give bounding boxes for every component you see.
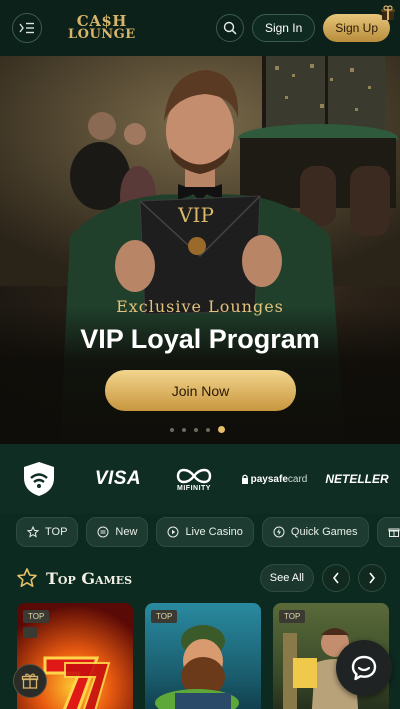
game-tag: TOP [23,610,50,623]
category-chips: TOP New Live Casino Quick Games Bo [16,517,400,547]
game-badge-icon [23,627,37,638]
search-button[interactable] [215,14,244,42]
star-icon [27,526,39,538]
chat-icon [351,655,377,681]
carousel-dot[interactable] [170,427,174,432]
logo[interactable]: CA$H LOUNGE [68,14,136,42]
lock-icon [241,474,248,484]
svg-text:VIP: VIP [177,203,214,227]
bonus-gift-button[interactable] [13,664,47,698]
top-games-header: Top Games See All [16,564,386,592]
lightning-icon [273,526,285,538]
see-all-button[interactable]: See All [259,564,314,592]
game-tag: TOP [279,610,306,623]
chevron-right-icon [369,572,376,584]
payment-methods: VISA MIFINITY paysafe card NETELLER [0,444,400,514]
game-tag: TOP [151,610,178,623]
carousel-dot[interactable] [206,427,210,432]
carousel-dot-active[interactable] [218,426,225,433]
paysafe-label-light: card [287,473,308,485]
carousel-dot[interactable] [194,427,198,432]
menu-icon [19,22,34,34]
play-icon [167,526,179,538]
prev-button[interactable] [322,564,350,592]
sign-up-button[interactable]: Sign Up [323,5,395,42]
infinity-icon [176,468,212,483]
paysafe-label: paysafe [250,473,288,485]
hero-subtitle: Exclusive Lounges [116,297,284,316]
hero-banner[interactable]: VIP Exclusive Lounges VIP Loyal Program … [0,56,400,444]
chip-top[interactable]: TOP [16,517,79,547]
chip-label: New [115,526,138,538]
chip-label: Live Casino [185,526,243,538]
join-now-button[interactable]: Join Now [105,370,296,411]
mifinity-logo: MIFINITY [158,467,230,492]
logo-line-2: LOUNGE [68,27,136,42]
chip-label: Quick Games [290,526,358,538]
menu-toggle-button[interactable] [12,13,42,43]
carousel-dots [170,426,225,433]
carousel-dot[interactable] [182,427,186,432]
star-icon [17,568,37,587]
live-chat-button[interactable] [336,640,392,696]
header: CA$H LOUNGE Sign In Sign Up [0,0,400,56]
chip-label: TOP [45,526,68,538]
section-title: Top Games [46,568,133,588]
shield-wifi-icon [0,461,78,497]
paysafecard-logo: paysafe card [230,474,318,485]
next-button[interactable] [358,564,386,592]
page: CA$H LOUNGE Sign In Sign Up VIP Exclusiv… [0,0,400,709]
chip-quick-games[interactable]: Quick Games [261,517,369,547]
chip-new[interactable]: New [86,517,149,547]
sign-up-label: Sign Up [335,21,378,35]
visa-logo: VISA [94,468,142,489]
neteller-logo: NETELLER [325,472,389,486]
new-icon [97,526,109,538]
sign-in-button[interactable]: Sign In [251,14,316,42]
chip-live-casino[interactable]: Live Casino [156,517,254,547]
search-icon [223,21,237,35]
chip-bonus[interactable]: Bo [376,517,400,547]
gift-icon [21,673,39,689]
chevron-left-icon [332,572,339,584]
gift-icon [381,5,395,20]
game-card[interactable]: TOP [145,603,261,709]
top-games-list: TOP TOP TOP [17,603,389,709]
mifinity-label: MIFINITY [177,484,211,492]
gift-icon [388,528,400,537]
hero-title: VIP Loyal Program [80,324,320,354]
